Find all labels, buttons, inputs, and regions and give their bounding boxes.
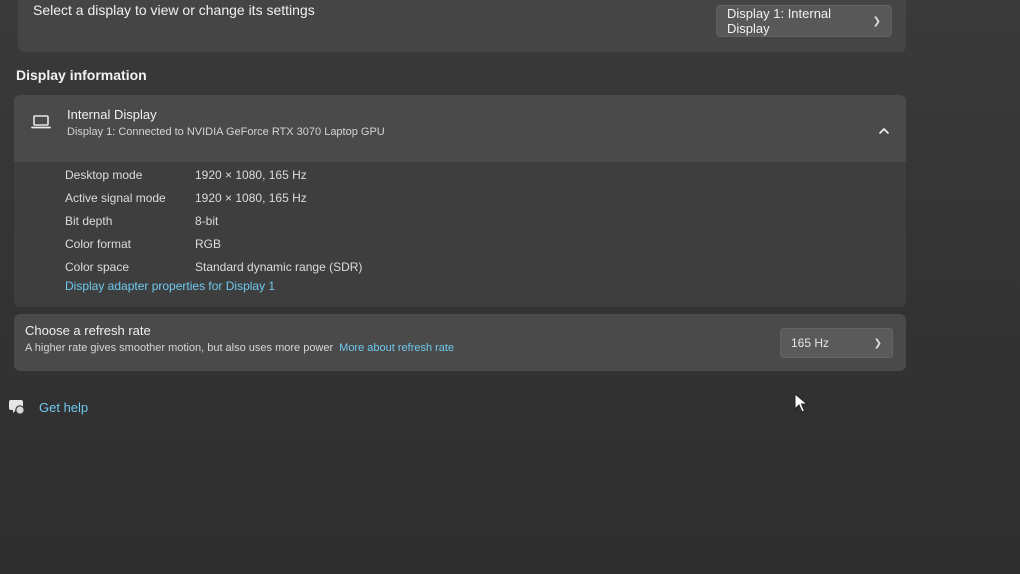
refresh-rate-card: Choose a refresh rate A higher rate give… bbox=[14, 314, 906, 371]
display-info-list: Desktop mode 1920 × 1080, 165 Hz Active … bbox=[65, 163, 362, 278]
chevron-down-icon: ❯ bbox=[872, 15, 881, 27]
more-about-refresh-rate-link[interactable]: More about refresh rate bbox=[339, 342, 454, 354]
refresh-rate-title: Choose a refresh rate bbox=[25, 323, 151, 338]
refresh-rate-description: A higher rate gives smoother motion, but… bbox=[25, 342, 454, 354]
info-value: 1920 × 1080, 165 Hz bbox=[195, 167, 307, 182]
get-help-label: Get help bbox=[39, 399, 89, 415]
chevron-up-icon[interactable] bbox=[878, 125, 890, 137]
display-information-card: Internal Display Display 1: Connected to… bbox=[14, 95, 906, 307]
mouse-pointer-icon bbox=[794, 393, 808, 413]
display-select-dropdown[interactable]: Display 1: Internal Display ❯ bbox=[716, 5, 892, 37]
display-name: Internal Display bbox=[67, 107, 157, 122]
info-key: Bit depth bbox=[65, 213, 113, 228]
info-row-bit-depth: Bit depth 8-bit bbox=[65, 209, 362, 232]
info-key: Color format bbox=[65, 236, 132, 251]
chevron-down-icon: ❯ bbox=[873, 337, 882, 349]
refresh-rate-dropdown[interactable]: 165 Hz ❯ bbox=[780, 328, 893, 358]
info-row-color-space: Color space Standard dynamic range (SDR) bbox=[65, 255, 362, 278]
display-information-header[interactable]: Internal Display Display 1: Connected to… bbox=[14, 95, 906, 163]
help-chat-icon bbox=[9, 400, 25, 415]
info-key: Desktop mode bbox=[65, 167, 143, 182]
get-help-link[interactable]: Get help bbox=[8, 398, 88, 416]
info-value: Standard dynamic range (SDR) bbox=[195, 259, 363, 274]
info-row-desktop-mode: Desktop mode 1920 × 1080, 165 Hz bbox=[65, 163, 362, 186]
laptop-icon bbox=[31, 115, 51, 129]
section-title-display-information: Display information bbox=[16, 67, 147, 83]
refresh-rate-description-text: A higher rate gives smoother motion, but… bbox=[25, 342, 334, 354]
display-subtitle: Display 1: Connected to NVIDIA GeForce R… bbox=[67, 126, 385, 138]
display-selector-label: Select a display to view or change its s… bbox=[33, 2, 315, 18]
refresh-rate-value: 165 Hz bbox=[791, 336, 830, 350]
display-adapter-properties-link[interactable]: Display adapter properties for Display 1 bbox=[65, 279, 275, 293]
info-value: 1920 × 1080, 165 Hz bbox=[195, 190, 307, 205]
display-selector-card: Select a display to view or change its s… bbox=[18, 0, 906, 52]
display-select-value: Display 1: Internal Display bbox=[727, 6, 832, 36]
info-row-color-format: Color format RGB bbox=[65, 232, 362, 255]
info-value: RGB bbox=[195, 236, 222, 251]
info-row-active-signal-mode: Active signal mode 1920 × 1080, 165 Hz bbox=[65, 186, 362, 209]
info-value: 8-bit bbox=[195, 213, 219, 228]
info-key: Color space bbox=[65, 259, 130, 274]
info-key: Active signal mode bbox=[65, 190, 166, 205]
